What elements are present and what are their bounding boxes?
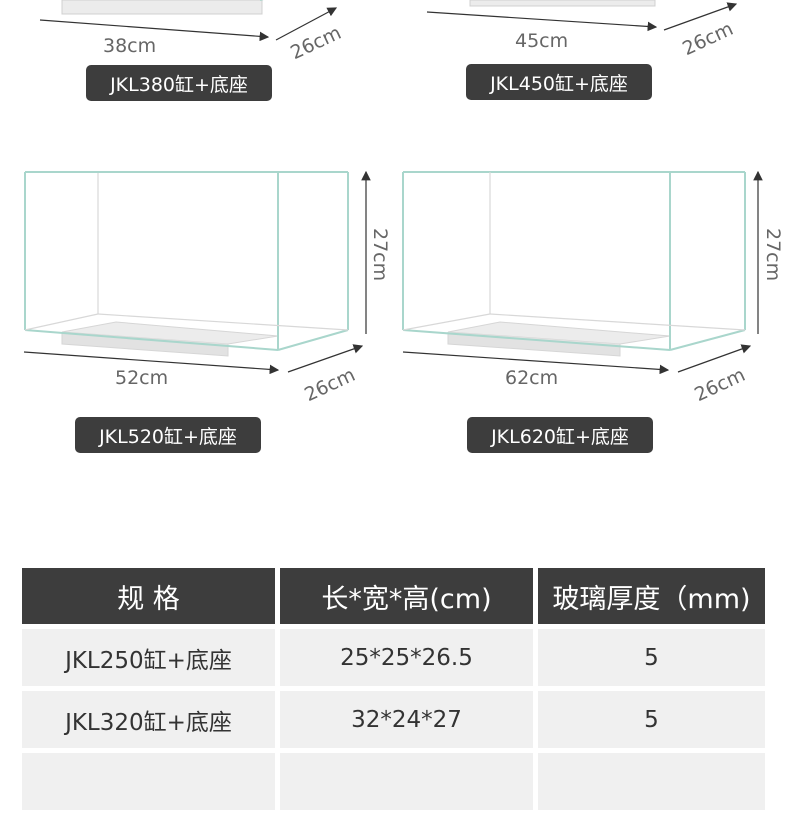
spec-table-header: 规 格 长*宽*高(cm) 玻璃厚度（mm) [22, 568, 766, 624]
tank-620-height-label: 27cm [762, 228, 784, 282]
tank-520-drawing [23, 170, 371, 375]
model-label-450: JKL450缸+底座 [466, 64, 652, 100]
row-thickness: 5 [538, 629, 765, 686]
tank-620-drawing [402, 170, 763, 375]
tank-380-drawing [39, 0, 338, 42]
row-thickness [538, 753, 765, 810]
row-model [22, 753, 275, 810]
tank-450-length-label: 45cm [515, 30, 569, 52]
tank-520-length-label: 52cm [115, 367, 169, 389]
spec-table: 规 格 长*宽*高(cm) 玻璃厚度（mm) JKL250缸+底座 25*25*… [22, 568, 766, 815]
table-row: JKL250缸+底座 25*25*26.5 5 [22, 629, 766, 686]
tank-380-length-label: 38cm [103, 35, 157, 57]
tank-450-drawing [426, 0, 738, 32]
header-spec: 规 格 [22, 568, 275, 624]
model-label-620: JKL620缸+底座 [467, 417, 653, 453]
row-thickness: 5 [538, 691, 765, 748]
table-row: JKL320缸+底座 32*24*27 5 [22, 691, 766, 748]
model-label-520: JKL520缸+底座 [75, 417, 261, 453]
table-row [22, 753, 766, 810]
header-dimensions: 长*宽*高(cm) [280, 568, 533, 624]
row-model: JKL320缸+底座 [22, 691, 275, 748]
header-glass-thickness: 玻璃厚度（mm) [538, 568, 765, 624]
row-model: JKL250缸+底座 [22, 629, 275, 686]
row-dimensions [280, 753, 533, 810]
tank-620-length-label: 62cm [505, 367, 559, 389]
tank-520-height-label: 27cm [369, 228, 391, 282]
row-dimensions: 25*25*26.5 [280, 629, 533, 686]
row-dimensions: 32*24*27 [280, 691, 533, 748]
model-label-380: JKL380缸+底座 [86, 65, 272, 101]
